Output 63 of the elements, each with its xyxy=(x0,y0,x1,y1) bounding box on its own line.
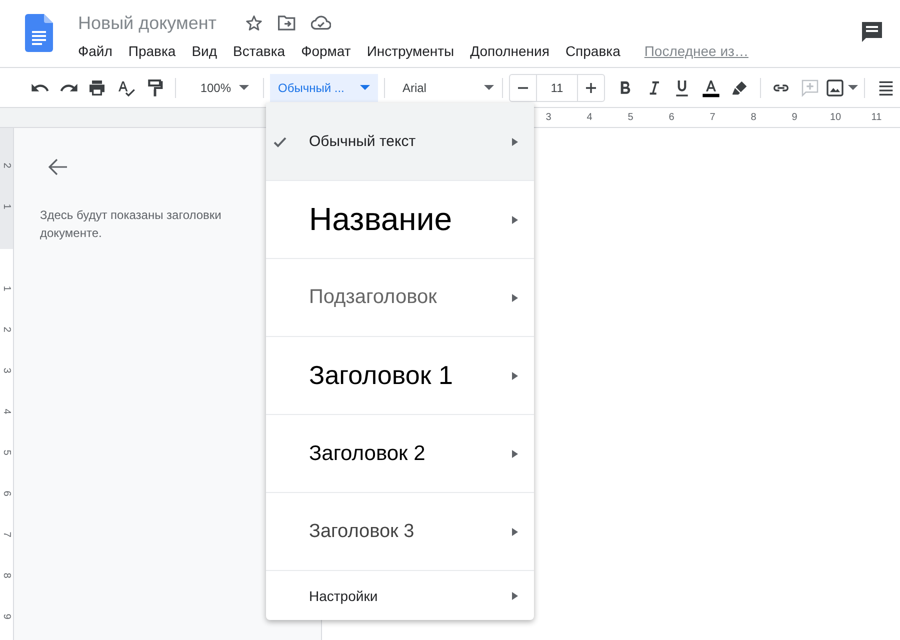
submenu-arrow-icon xyxy=(512,216,518,224)
submenu-arrow-icon xyxy=(512,450,518,458)
caret-icon xyxy=(239,85,250,90)
image-icon[interactable] xyxy=(824,78,845,98)
outline-hint-text: документе. xyxy=(40,225,103,242)
ruler-number: 8 xyxy=(750,111,758,125)
ruler-number: 9 xyxy=(790,111,798,125)
ruler-number: 1 xyxy=(0,202,13,212)
checkmark-icon xyxy=(273,134,287,148)
zoom-dropdown[interactable]: 100% xyxy=(182,74,258,102)
folder-move-icon[interactable] xyxy=(276,14,297,32)
submenu-arrow-icon xyxy=(512,138,518,146)
style-menu-item[interactable]: Подзаголовок xyxy=(266,259,534,337)
ruler-number: 2 xyxy=(0,162,13,170)
ruler-number: 5 xyxy=(0,448,13,458)
print-icon[interactable] xyxy=(87,78,108,98)
style-menu-item[interactable]: Название xyxy=(266,181,534,259)
ruler-number: 3 xyxy=(0,366,13,376)
menu-item[interactable]: Вставка xyxy=(225,41,294,61)
ruler-number: 2 xyxy=(0,326,13,334)
last-edit-link[interactable]: Последнее из… xyxy=(644,41,748,61)
style-menu-item[interactable]: Обычный текст xyxy=(266,103,534,181)
menu-item[interactable]: Формат xyxy=(293,41,359,61)
cloud-check-icon[interactable] xyxy=(310,15,331,31)
font-size-control[interactable]: 11 xyxy=(508,74,605,102)
ruler-number: 11 xyxy=(870,111,883,125)
ruler-number: 1 xyxy=(0,284,13,294)
ruler-number: 7 xyxy=(708,111,716,125)
style-menu-item[interactable]: Заголовок 1 xyxy=(266,337,534,415)
ruler-number: 5 xyxy=(626,111,634,125)
menu-item[interactable]: Дополнения xyxy=(462,41,558,61)
ruler-number: 6 xyxy=(668,111,676,125)
ruler-number: 10 xyxy=(828,111,842,125)
ruler-number: 6 xyxy=(0,490,13,498)
document-title[interactable]: Новый документ xyxy=(78,12,217,34)
text-color-icon[interactable] xyxy=(701,78,721,98)
ruler-number: 4 xyxy=(586,111,594,125)
ruler-number: 8 xyxy=(0,572,13,580)
style-menu-item[interactable]: Заголовок 2 xyxy=(266,415,534,493)
document-logo-icon[interactable] xyxy=(25,14,53,52)
ruler-number: 4 xyxy=(0,408,13,416)
caret-icon xyxy=(484,85,494,90)
style-menu-item[interactable]: Заголовок 3 xyxy=(266,493,534,571)
menu-item[interactable]: Правка xyxy=(120,41,184,61)
menu-item[interactable]: Файл xyxy=(78,41,120,61)
ruler-number: 7 xyxy=(0,530,13,540)
ruler-number: 3 xyxy=(544,111,552,125)
star-icon[interactable] xyxy=(244,14,263,32)
style-dropdown[interactable]: Обычный ... xyxy=(270,74,378,102)
menu-item[interactable]: Вид xyxy=(184,41,226,61)
font-dropdown[interactable]: Arial xyxy=(390,74,502,102)
back-arrow-icon[interactable] xyxy=(48,158,68,176)
outline-hint-text: Здесь будут показаны заголовки xyxy=(40,207,222,224)
submenu-arrow-icon xyxy=(512,528,518,536)
menu-item[interactable]: Инструменты xyxy=(358,41,462,61)
menu-item[interactable]: Справка xyxy=(557,41,628,61)
caret-icon xyxy=(360,85,370,90)
style-menu-item[interactable]: Настройки xyxy=(266,571,534,620)
comment-icon[interactable] xyxy=(860,20,884,44)
caret-icon xyxy=(848,85,858,90)
submenu-arrow-icon xyxy=(512,294,518,302)
submenu-arrow-icon xyxy=(512,372,518,380)
ruler-number: 9 xyxy=(0,612,13,622)
